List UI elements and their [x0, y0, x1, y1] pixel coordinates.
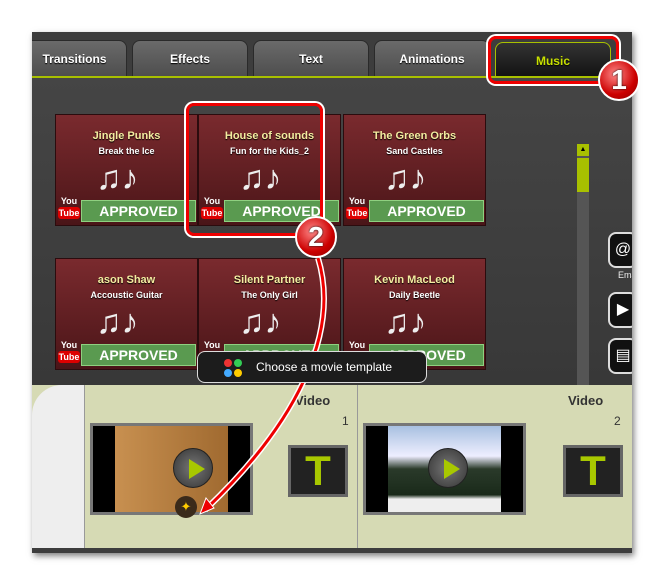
- track-artist: The Green Orbs: [372, 130, 457, 142]
- music-track-tile[interactable]: Jingle Punks Break the Ice ♫♪ You Tube AP…: [55, 114, 198, 226]
- save-icon: ▤: [615, 347, 631, 364]
- timeline: Video 1 ✦ T Video 2 T: [32, 385, 632, 548]
- clip-1[interactable]: Video 1 ✦ T: [84, 385, 356, 548]
- text-tile[interactable]: T: [563, 445, 623, 497]
- track-title: Daily Beetle: [388, 290, 441, 300]
- music-track-tile[interactable]: House of sounds Fun for the Kids_2 ♫♪ Yo…: [198, 114, 341, 226]
- save-button[interactable]: ▤: [608, 338, 632, 374]
- track-title: Sand Castles: [386, 146, 443, 156]
- track-title: The Only Girl: [241, 290, 298, 300]
- email-label: Ema: [618, 270, 632, 280]
- play-button[interactable]: ▶: [608, 292, 632, 328]
- youtube-you: You: [60, 196, 78, 206]
- youtube-you: You: [60, 340, 78, 350]
- track-title: Accoustic Guitar: [90, 290, 163, 300]
- timeline-edge: [32, 385, 84, 548]
- choose-template-button[interactable]: Choose a movie template: [197, 351, 427, 383]
- track-artist: Jingle Punks: [92, 130, 161, 142]
- clip-label: Video: [568, 393, 604, 408]
- youtube-tube: Tube: [346, 207, 368, 219]
- youtube-tube: Tube: [58, 207, 80, 219]
- clip-number: 1: [342, 414, 349, 428]
- tab-music[interactable]: Music: [495, 42, 611, 79]
- tab-text[interactable]: Text: [253, 40, 369, 77]
- clip-number: 2: [614, 414, 621, 428]
- music-notes-icon: ♫♪: [239, 303, 282, 341]
- clip-thumbnail[interactable]: [363, 423, 526, 515]
- youtube-icon: YouTube: [201, 195, 223, 223]
- music-notes-icon: ♫♪: [239, 159, 282, 197]
- clip-thumbnail[interactable]: ✦: [90, 423, 253, 518]
- youtube-you: You: [348, 340, 366, 350]
- youtube-icon: YouTube: [58, 195, 80, 223]
- approved-badge: APPROVED: [81, 344, 196, 366]
- youtube-you: You: [348, 196, 366, 206]
- track-title: Break the Ice: [98, 146, 155, 156]
- app-window: Transitions Effects Text Animations Musi…: [32, 32, 632, 553]
- text-tile[interactable]: T: [288, 445, 348, 497]
- music-notes-icon: ♫♪: [384, 303, 427, 341]
- play-icon[interactable]: [173, 448, 213, 488]
- approved-badge: APPROVED: [369, 200, 484, 222]
- music-notes-icon: ♫♪: [96, 303, 139, 341]
- play-icon: ▶: [616, 301, 630, 318]
- scroll-thumb[interactable]: [577, 158, 589, 192]
- music-grid: Jingle Punks Break the Ice ♫♪ You Tube AP…: [32, 78, 632, 430]
- music-track-tile[interactable]: The Green Orbs Sand Castles ♫♪ You Tube A…: [343, 114, 486, 226]
- youtube-tube: Tube: [201, 207, 223, 219]
- youtube-icon: YouTube: [346, 195, 368, 223]
- tab-bar: Transitions Effects Text Animations Musi…: [32, 40, 632, 79]
- scroll-up-button[interactable]: ▲: [577, 144, 589, 156]
- track-title: Fun for the Kids_2: [229, 146, 309, 156]
- track-artist: ason Shaw: [97, 274, 156, 286]
- youtube-you: You: [203, 196, 221, 206]
- track-artist: House of sounds: [224, 130, 315, 142]
- email-icon: @: [614, 241, 632, 258]
- youtube-tube: Tube: [58, 351, 80, 363]
- youtube-you: You: [203, 340, 221, 350]
- music-track-tile[interactable]: ason Shaw Accoustic Guitar ♫♪ You Tube AP…: [55, 258, 198, 370]
- tab-animations[interactable]: Animations: [374, 40, 490, 77]
- youtube-icon: YouTube: [58, 339, 80, 367]
- template-label: Choose a movie template: [256, 360, 393, 374]
- track-artist: Kevin MacLeod: [374, 274, 455, 286]
- animation-icon[interactable]: ✦: [175, 496, 197, 518]
- approved-badge: APPROVED: [81, 200, 196, 222]
- approved-badge: APPROVED: [224, 200, 339, 222]
- play-icon[interactable]: [428, 448, 468, 488]
- music-notes-icon: ♫♪: [384, 159, 427, 197]
- music-notes-icon: ♫♪: [96, 159, 139, 197]
- template-icon: [224, 359, 244, 377]
- email-button[interactable]: @: [608, 232, 632, 268]
- clip-2[interactable]: Video 2 T: [357, 385, 632, 548]
- clip-label: Video: [295, 393, 331, 408]
- tab-effects[interactable]: Effects: [132, 40, 248, 77]
- track-artist: Silent Partner: [233, 274, 306, 286]
- tab-transitions[interactable]: Transitions: [32, 40, 127, 77]
